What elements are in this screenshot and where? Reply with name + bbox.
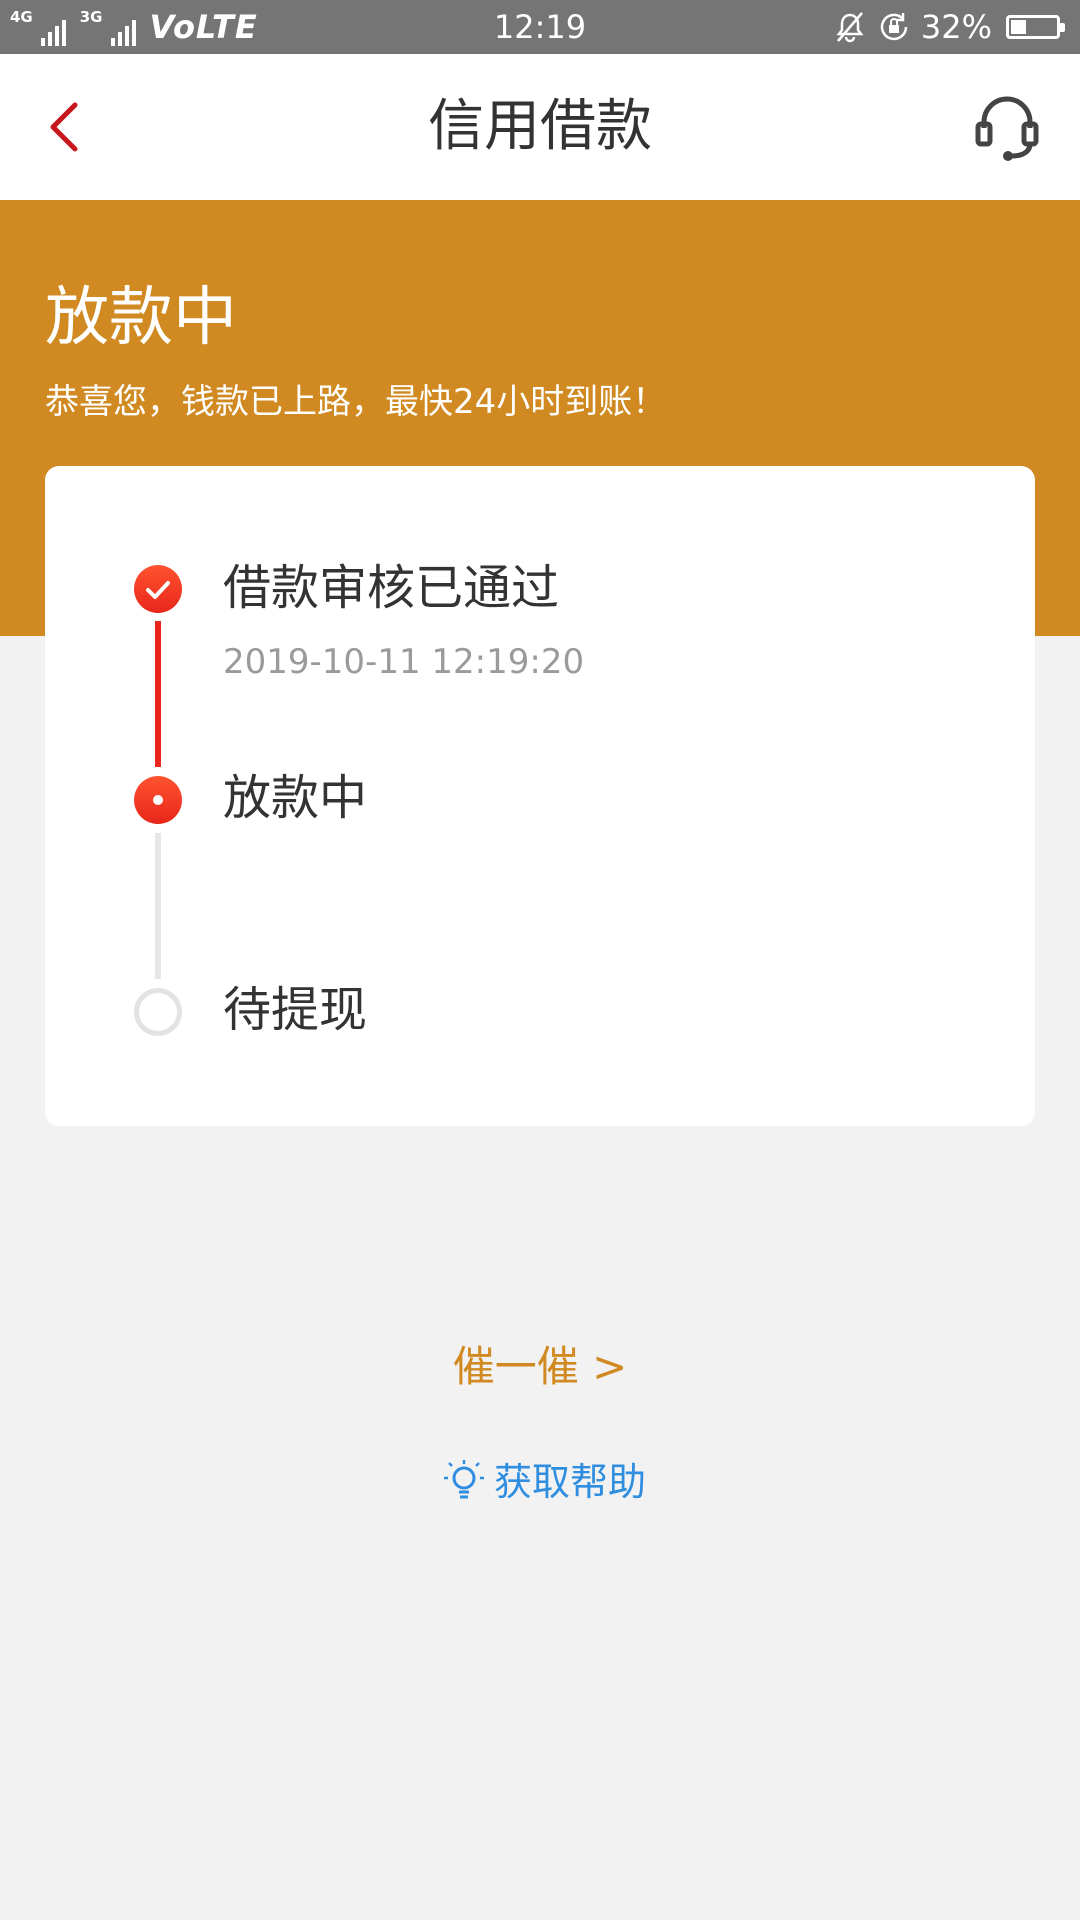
step-done-icon (134, 565, 182, 613)
progress-card: 借款审核已通过 2019-10-11 12:19:20 放款中 待提现 (45, 466, 1035, 1126)
step-label: 放款中 (223, 770, 368, 826)
battery-level-fill (1011, 20, 1026, 34)
step-active-icon (134, 776, 182, 824)
urge-button[interactable]: 催一催 > (0, 1340, 1080, 1394)
step-label: 待提现 (223, 982, 368, 1038)
rotation-lock-icon (880, 13, 908, 41)
page-title: 信用借款 (428, 94, 652, 159)
check-icon (146, 581, 170, 599)
get-help-link[interactable]: 获取帮助 (440, 1456, 646, 1508)
step-timestamp: 2019-10-11 12:19:20 (223, 642, 585, 682)
step-connector-pending (155, 833, 161, 979)
status-bar-indicators: 32% (833, 8, 1065, 46)
navigation-bar: 信用借款 (0, 54, 1080, 200)
loan-status-page: 4G 3G VoLTE 12:19 32% 信用借款 放款中 恭喜您，钱款已上路… (0, 0, 1080, 1920)
lightbulb-icon (444, 1460, 484, 1499)
status-bar: 4G 3G VoLTE 12:19 32% (0, 0, 1080, 54)
customer-service-button[interactable] (974, 92, 1040, 162)
headset-icon (975, 96, 1039, 161)
step-pending-icon (134, 988, 182, 1036)
get-help-label: 获取帮助 (494, 1460, 647, 1504)
step-connector-completed (155, 621, 161, 767)
status-subtitle: 恭喜您，钱款已上路，最快24小时到账！ (45, 382, 667, 422)
status-title: 放款中 (45, 281, 237, 355)
battery-icon (1006, 15, 1065, 39)
step-label: 借款审核已通过 (223, 560, 560, 616)
bell-muted-icon (836, 12, 864, 43)
battery-percent: 32% (920, 8, 992, 46)
